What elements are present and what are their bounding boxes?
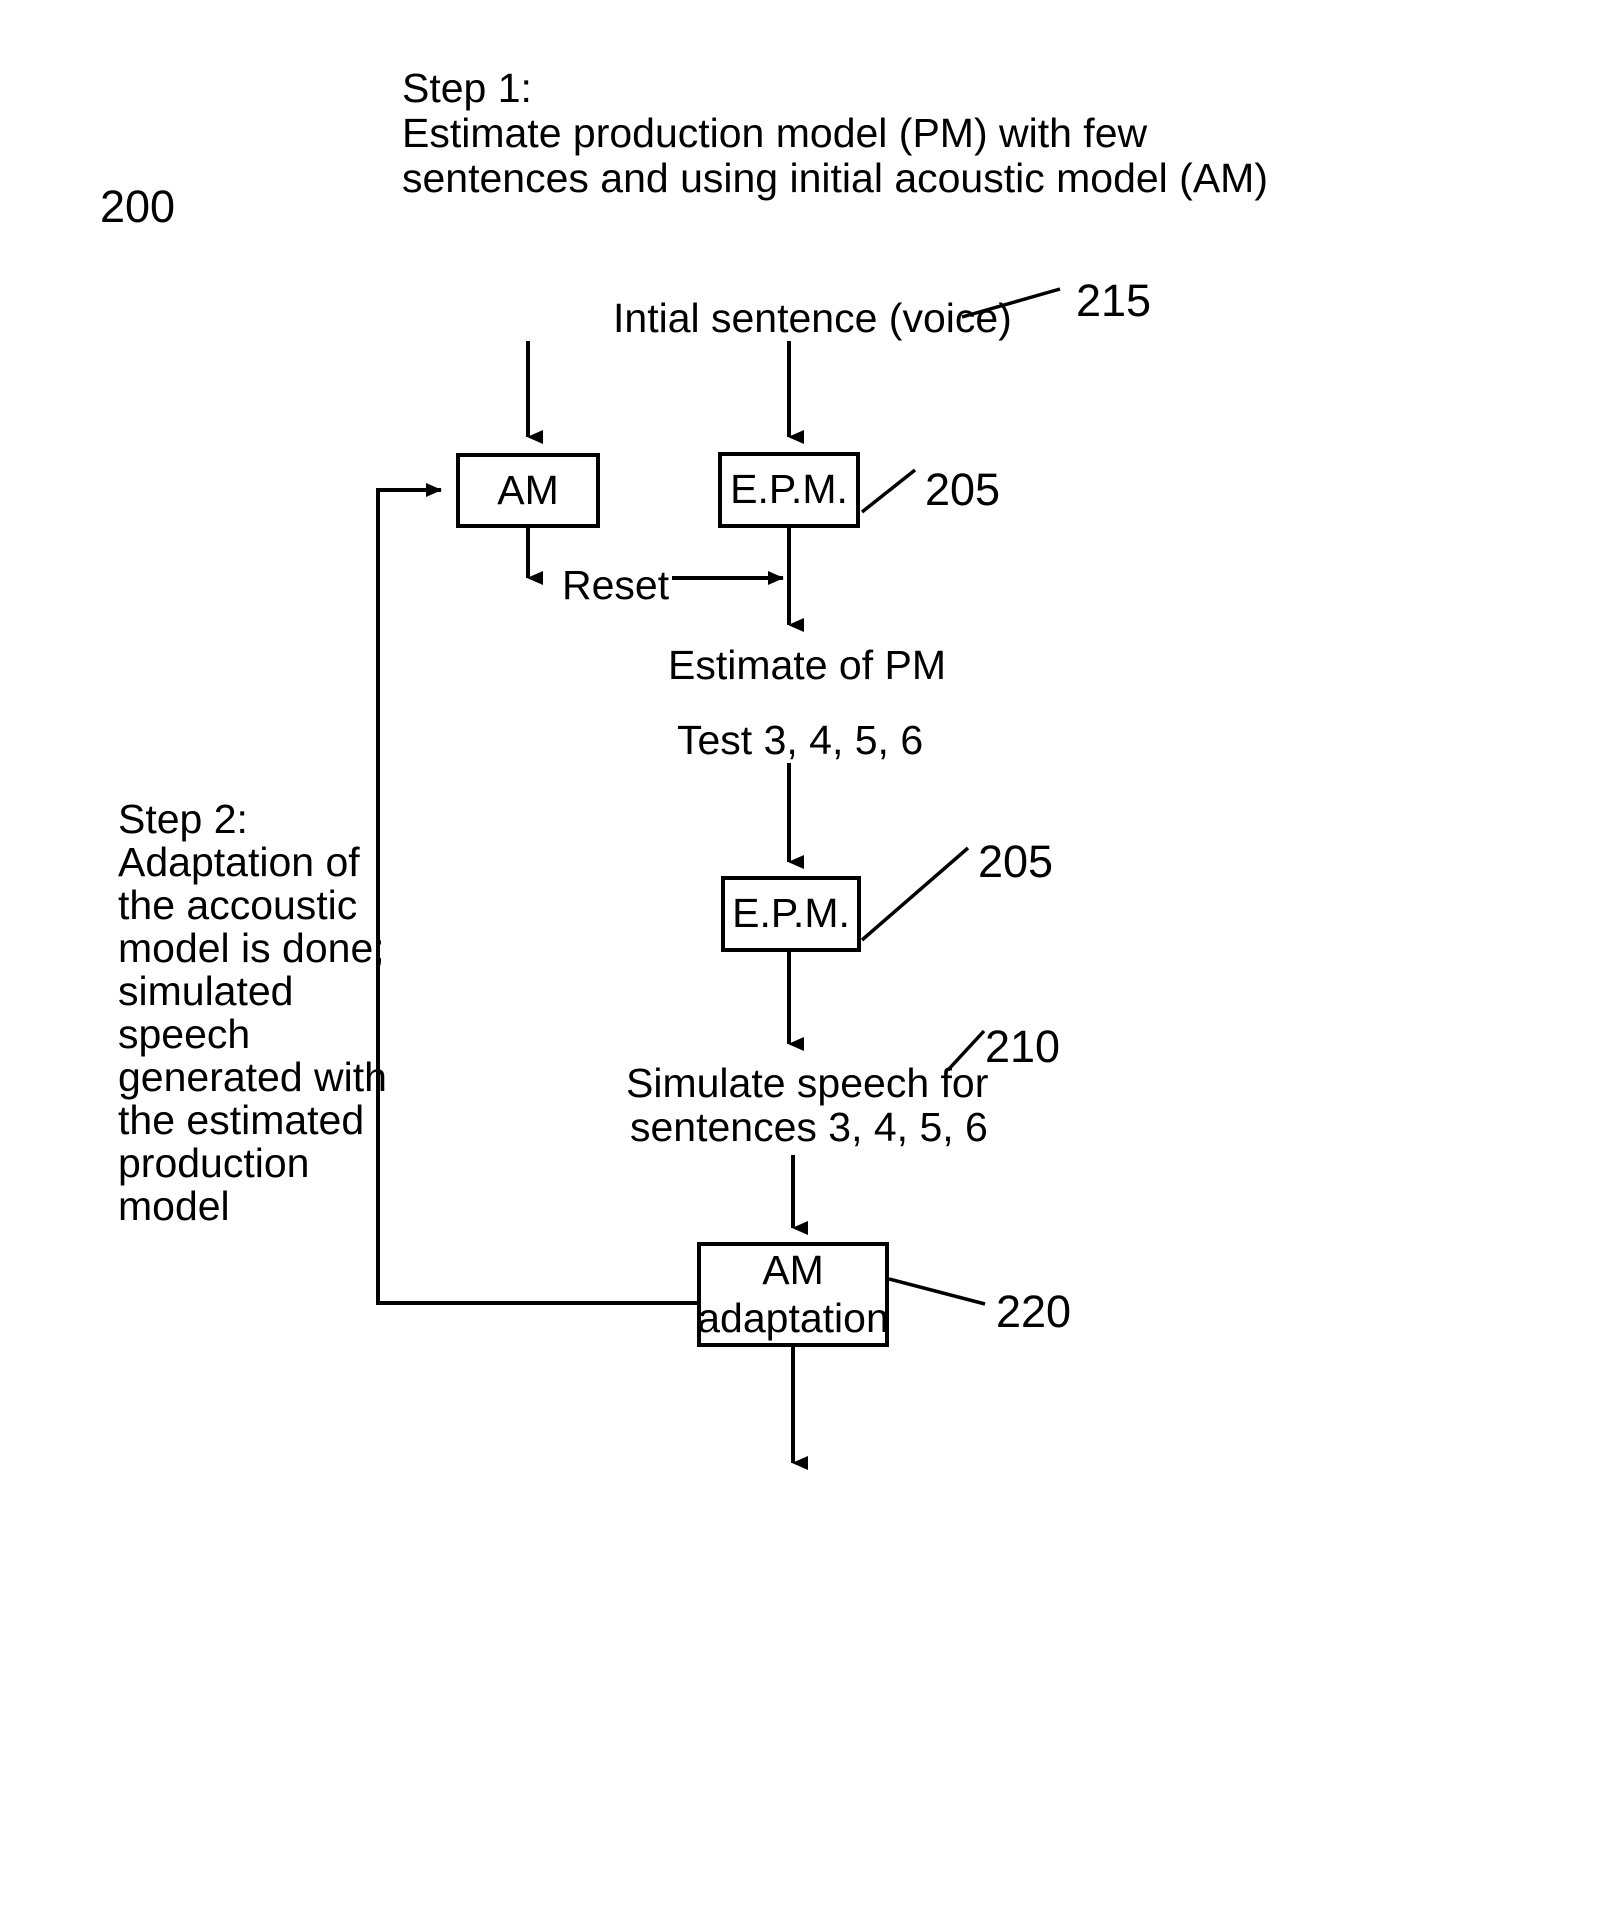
reference-215: 215 (1076, 275, 1152, 326)
reference-220: 220 (996, 1286, 1072, 1337)
box-am-adaptation: AM adaptation (697, 1242, 889, 1347)
test-sentences-label: Test 3, 4, 5, 6 (677, 717, 924, 763)
reset-label: Reset (562, 562, 670, 608)
estimate-of-pm-label: Estimate of PM (668, 642, 946, 688)
leader-220 (888, 1277, 986, 1306)
box-am-label: AM (497, 466, 559, 513)
box-epm-bottom-label: E.P.M. (732, 890, 850, 937)
reference-205-top: 205 (925, 464, 1001, 515)
reference-210: 210 (985, 1021, 1061, 1072)
patent-figure-diagram: 200 Step 1: Estimate production model (P… (0, 0, 1617, 1911)
box-epm-bottom: E.P.M. (721, 876, 861, 952)
box-epm-top-label: E.P.M. (730, 466, 848, 513)
reference-205-bottom: 205 (978, 836, 1054, 887)
box-am: AM (456, 453, 600, 528)
feedback-path-to-am (376, 483, 697, 1305)
step1-line2: sentences and using initial acoustic mod… (402, 155, 1268, 201)
leader-205-top (860, 468, 917, 514)
leader-205-bottom (860, 846, 970, 942)
step2-line9: model (118, 1183, 230, 1229)
box-am-adaptation-line1: AM (762, 1247, 824, 1294)
box-am-adaptation-line2: adaptation (697, 1294, 889, 1341)
box-epm-top: E.P.M. (718, 452, 860, 528)
simulate-speech-line2: sentences 3, 4, 5, 6 (630, 1104, 988, 1150)
initial-sentence-label: Intial sentence (voice) (613, 295, 1012, 341)
figure-number: 200 (100, 181, 176, 232)
